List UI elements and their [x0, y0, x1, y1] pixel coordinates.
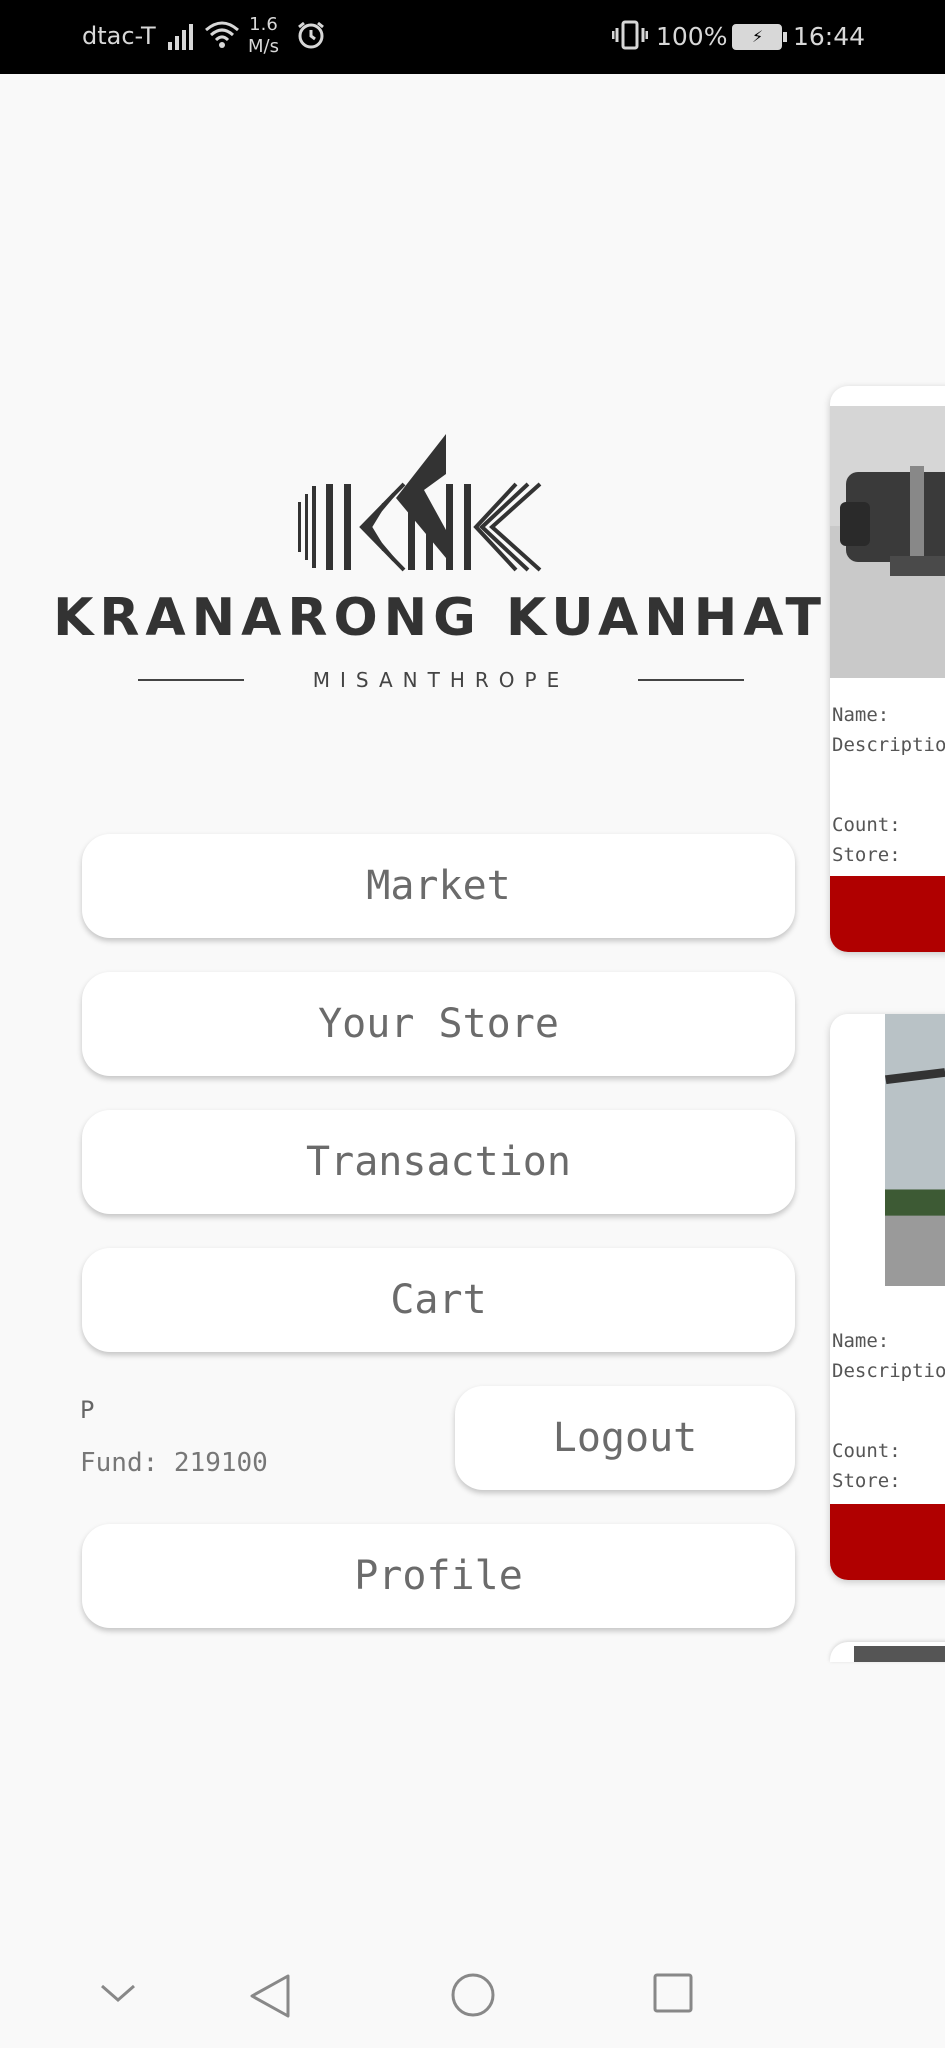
- product-card[interactable]: Name: Description Count: Store:: [830, 386, 945, 952]
- card-description-label: Description: [832, 1360, 945, 1382]
- product-card[interactable]: Name: Description Count: Store:: [830, 1014, 945, 1580]
- system-nav-bar: [0, 1944, 945, 2048]
- card-name-label: Name:: [832, 704, 890, 726]
- logo-divider-right: [638, 679, 744, 681]
- battery-charging-icon: ⚡: [732, 24, 787, 50]
- battery-percentage: 100%: [656, 22, 728, 51]
- market-button[interactable]: Market: [82, 834, 795, 938]
- status-bar: dtac-T 1.6 M/s 100% ⚡ 16:44: [0, 0, 945, 74]
- speed-unit: M/s: [248, 36, 279, 57]
- card-action-button[interactable]: [830, 876, 945, 952]
- logo-subtitle-row: MISANTHROPE: [138, 668, 744, 692]
- card-name-label: Name:: [832, 1330, 890, 1352]
- card-store-label: Store:: [832, 844, 901, 866]
- wifi-icon: [205, 21, 239, 48]
- card-action-button[interactable]: [830, 1504, 945, 1580]
- user-name: P: [80, 1396, 95, 1424]
- vibrate-icon: [612, 20, 648, 50]
- home-icon[interactable]: [450, 1972, 496, 2018]
- collapse-chevron-icon[interactable]: [98, 1982, 138, 2006]
- logo-mark-icon: [298, 434, 542, 572]
- logo-wordmark: KRANARONG KUANHAT: [53, 588, 827, 648]
- product-image: [830, 406, 945, 678]
- product-image: [830, 1014, 945, 1286]
- user-fund: Fund: 219100: [80, 1448, 268, 1478]
- transaction-button[interactable]: Transaction: [82, 1110, 795, 1214]
- product-card[interactable]: [830, 1642, 945, 1662]
- recents-icon[interactable]: [652, 1972, 694, 2014]
- back-icon[interactable]: [248, 1972, 292, 2020]
- card-count-label: Count:: [832, 814, 901, 836]
- signal-icon: [168, 20, 198, 50]
- your-store-button[interactable]: Your Store: [82, 972, 795, 1076]
- card-count-label: Count:: [832, 1440, 901, 1462]
- carrier-label: dtac-T: [82, 22, 156, 50]
- logout-button[interactable]: Logout: [455, 1386, 795, 1490]
- card-description-label: Description: [832, 734, 945, 756]
- alarm-icon: [298, 21, 324, 49]
- product-image: [854, 1646, 945, 1662]
- cart-button[interactable]: Cart: [82, 1248, 795, 1352]
- clock: 16:44: [793, 22, 866, 51]
- speed-value: 1.6: [249, 14, 278, 35]
- card-store-label: Store:: [832, 1470, 901, 1492]
- network-speed: 1.6 M/s: [248, 14, 279, 58]
- profile-button[interactable]: Profile: [82, 1524, 795, 1628]
